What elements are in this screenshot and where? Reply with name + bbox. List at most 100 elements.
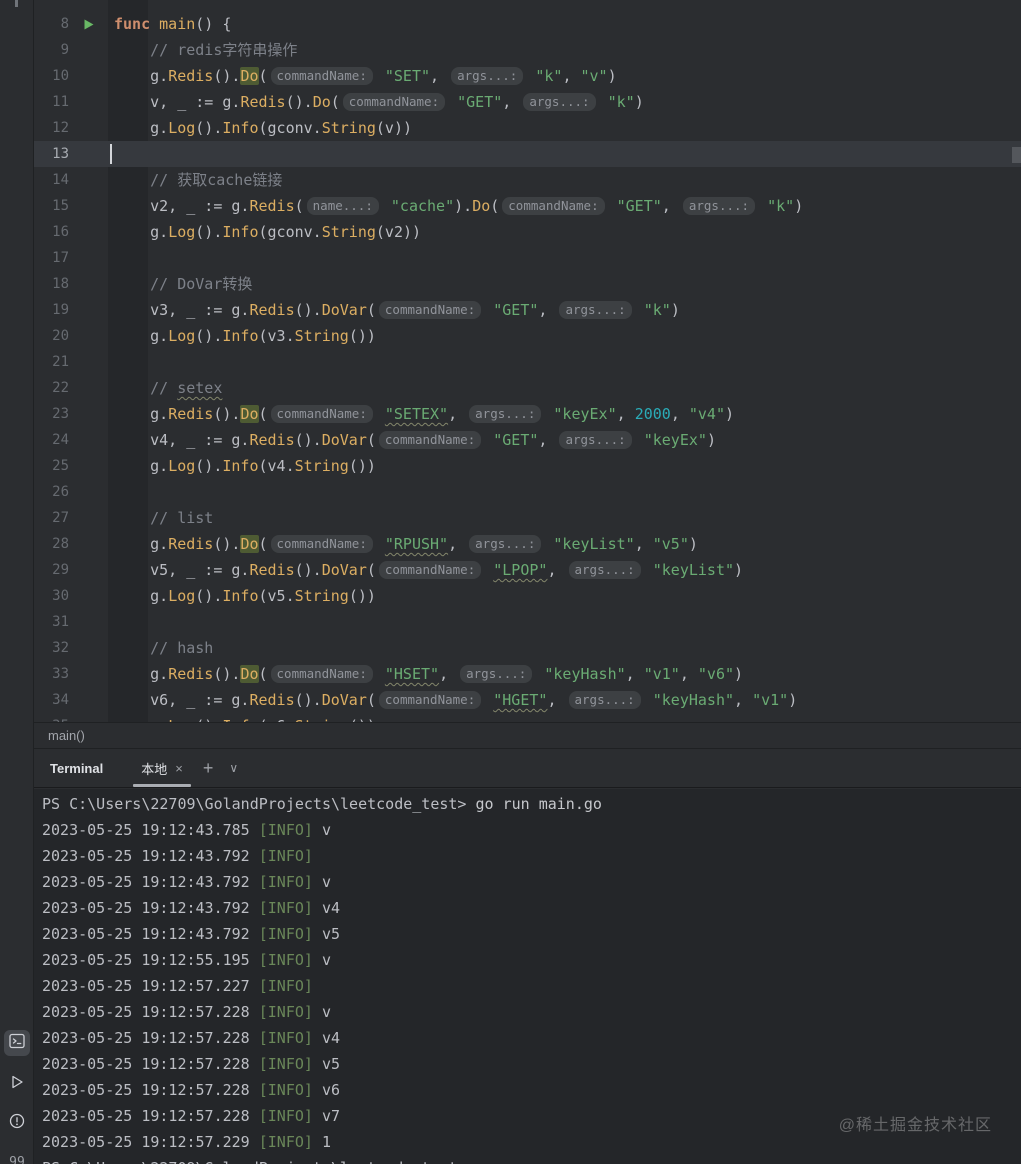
inlay-hint: commandName: [270,405,373,423]
code-line[interactable]: 30 g.Log().Info(v5.String()) [34,583,1021,609]
new-terminal-button[interactable]: + [203,759,214,777]
code-token: v5, _ := g. [114,561,250,579]
log-level: [INFO] [258,951,313,969]
line-number[interactable]: 16 [34,219,78,245]
line-number[interactable]: 30 [34,583,78,609]
code-line[interactable]: 24 v4, _ := g.Redis().DoVar(commandName:… [34,427,1021,453]
code-text: g.Log().Info(v3.String()) [114,323,376,349]
code-token: (v5. [258,587,295,605]
code-token: (). [195,587,223,605]
line-number[interactable]: 31 [34,609,78,635]
code-line[interactable]: 20 g.Log().Info(v3.String()) [34,323,1021,349]
line-number[interactable]: 23 [34,401,78,427]
code-line[interactable]: 19 v3, _ := g.Redis().DoVar(commandName:… [34,297,1021,323]
code-line[interactable]: 32 // hash [34,635,1021,661]
line-number[interactable]: 33 [34,661,78,687]
code-line[interactable]: 17 [34,245,1021,271]
line-number[interactable]: 10 [34,63,78,89]
inlay-hint: commandName: [378,431,482,449]
log-message: v6 [312,1081,341,1099]
code-line[interactable]: 12 g.Log().Info(gconv.String(v)) [34,115,1021,141]
line-number[interactable]: 28 [34,531,78,557]
code-token: ( [258,67,268,85]
line-number[interactable]: 13 [34,141,78,167]
run-gutter-icon[interactable] [78,11,114,37]
line-number[interactable]: 15 [34,193,78,219]
code-line[interactable]: 9 // redis字符串操作 [34,37,1021,63]
code-token: , [661,197,680,215]
code-line[interactable]: 14 // 获取cache链接 [34,167,1021,193]
code-line[interactable]: 21 [34,349,1021,375]
code-line[interactable]: 26 [34,479,1021,505]
line-number[interactable]: 35 [34,713,78,722]
line-number[interactable]: 11 [34,89,78,115]
code-token: , [538,431,557,449]
problems-tool-button[interactable] [4,1110,30,1136]
line-number[interactable]: 26 [34,479,78,505]
terminal-panel-title[interactable]: Terminal [50,761,103,776]
code-line[interactable]: 33 g.Redis().Do(commandName: "HSET", arg… [34,661,1021,687]
code-token: (). [195,327,223,345]
code-token: ) [794,197,804,215]
run-tool-button[interactable] [4,1071,30,1097]
code-line[interactable]: 22 // setex [34,375,1021,401]
line-number[interactable]: 14 [34,167,78,193]
code-line[interactable]: 10 g.Redis().Do(commandName: "SET", args… [34,63,1021,89]
line-number[interactable]: 22 [34,375,78,401]
terminal-session-tab[interactable]: 本地 × [131,749,193,787]
code-line[interactable]: 15 v2, _ := g.Redis(name...: "cache").Do… [34,193,1021,219]
line-number[interactable]: 21 [34,349,78,375]
line-number[interactable]: 24 [34,427,78,453]
code-line[interactable]: 13 [34,141,1021,167]
terminal-tab-label: 本地 [141,761,168,777]
line-number[interactable]: 18 [34,271,78,297]
chevron-down-icon[interactable]: ∨ [229,759,238,777]
code-line[interactable]: 8 func main() { [34,11,1021,37]
code-token: g. [114,327,169,345]
line-number[interactable]: 32 [34,635,78,661]
terminal-line: PS C:\Users\22709\GolandProjects\leetcod… [34,791,1021,817]
line-number[interactable]: 17 [34,245,78,271]
code-token: ) [634,93,644,111]
line-number[interactable]: 34 [34,687,78,713]
code-token: , [430,67,449,85]
line-number[interactable]: 9 [34,37,78,63]
code-line[interactable]: 27 // list [34,505,1021,531]
line-number[interactable]: 8 [34,11,78,37]
code-line[interactable]: 18 // DoVar转换 [34,271,1021,297]
gutter-icon-area [78,245,114,271]
code-line[interactable]: 29 v5, _ := g.Redis().DoVar(commandName:… [34,557,1021,583]
code-line[interactable]: 25 g.Log().Info(v4.String()) [34,453,1021,479]
code-token: Redis [240,93,286,111]
terminal-tool-button[interactable] [4,1030,30,1056]
scrollbar-caret-marker[interactable] [1012,147,1021,163]
terminal-panel[interactable]: PS C:\Users\22709\GolandProjects\leetcod… [34,789,1021,1164]
code-line[interactable]: 34 v6, _ := g.Redis().DoVar(commandName:… [34,687,1021,713]
code-line[interactable]: 23 g.Redis().Do(commandName: "SETEX", ar… [34,401,1021,427]
line-number[interactable]: 20 [34,323,78,349]
code-line[interactable]: 28 g.Redis().Do(commandName: "RPUSH", ar… [34,531,1021,557]
code-token: ) [607,67,617,85]
line-number[interactable]: 29 [34,557,78,583]
code-line[interactable]: 35 g.Log().Info(v6.String()) [34,713,1021,722]
gutter-icon-area [78,713,114,722]
line-number[interactable]: 25 [34,453,78,479]
code-line[interactable]: 31 [34,609,1021,635]
code-line[interactable]: 16 g.Log().Info(gconv.String(v2)) [34,219,1021,245]
breadcrumb[interactable]: main() [48,728,85,743]
code-token: ( [330,93,340,111]
line-number[interactable]: 19 [34,297,78,323]
code-line[interactable]: 11 v, _ := g.Redis().Do(commandName: "GE… [34,89,1021,115]
close-icon[interactable]: × [175,761,183,776]
gutter-icon-area [78,115,114,141]
line-number[interactable]: 12 [34,115,78,141]
stripe-badge[interactable]: 99 [4,1149,30,1164]
code-text: // list [114,505,213,531]
editor[interactable]: 8 func main() {9 // redis字符串操作 10 g.Redis(… [34,0,1021,722]
line-number[interactable]: 27 [34,505,78,531]
code-text: func main() { [114,11,231,37]
